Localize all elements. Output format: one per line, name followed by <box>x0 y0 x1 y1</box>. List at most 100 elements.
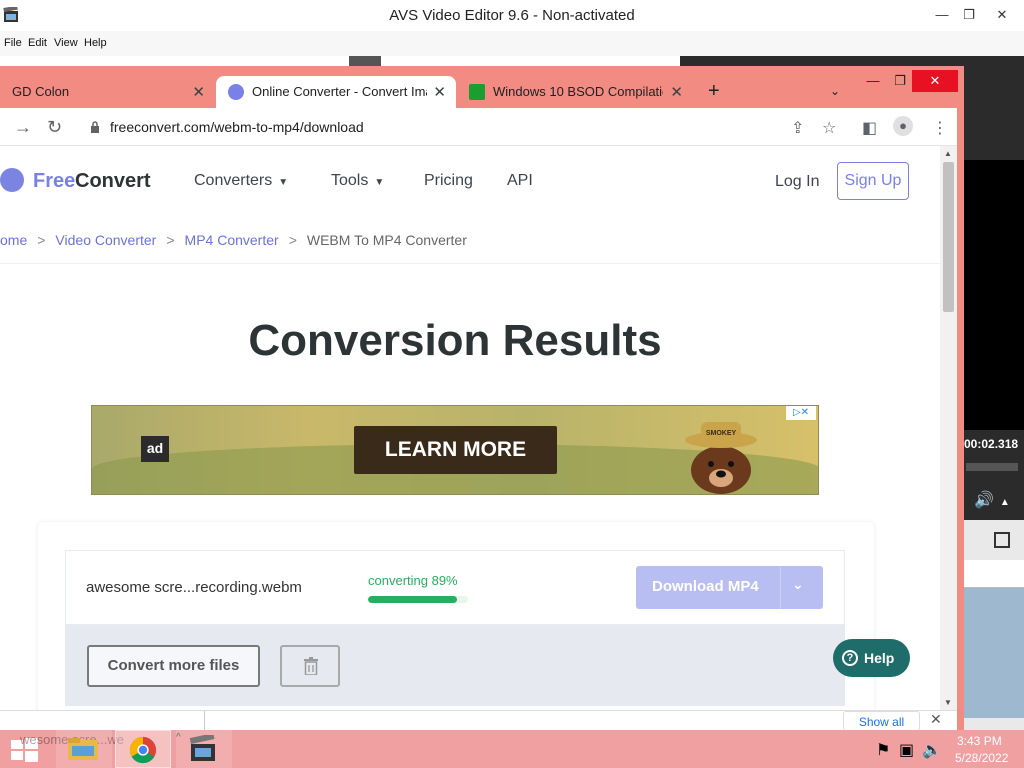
logo-text-convert[interactable]: Convert <box>75 170 151 193</box>
freeconvert-favicon-icon <box>228 84 244 100</box>
avs-seek-bar[interactable] <box>966 463 1018 471</box>
freeconvert-logo-icon[interactable] <box>0 168 24 192</box>
nav-converters[interactable]: Converters ▼ <box>194 172 288 190</box>
nav-api[interactable]: API <box>507 172 533 190</box>
chrome-maximize-button[interactable]: ❐ <box>885 70 915 92</box>
forward-arrow-icon[interactable]: → <box>14 117 32 138</box>
chrome-window: GD Colon ✕ Online Converter - Convert Im… <box>0 66 964 731</box>
chrome-close-button[interactable]: ✕ <box>912 70 958 92</box>
avs-time-readout: 00:02.318 <box>964 437 1019 451</box>
convert-more-files-button[interactable]: Convert more files <box>87 645 260 687</box>
volume-muted-icon[interactable]: 🔈 <box>922 740 942 759</box>
site-header: Free Convert Converters ▼ Tools ▼ Pricing … <box>0 146 940 216</box>
avs-maximize-button[interactable]: ❐ <box>957 4 981 26</box>
scroll-thumb[interactable] <box>943 162 954 312</box>
smokey-hat-text: SMOKEY <box>706 430 737 437</box>
breadcrumb-video-converter[interactable]: Video Converter <box>55 232 156 248</box>
taskbar: wesome scre...we ^ ⚑ ▣ 🔈 3:43 PM 5/28/20… <box>0 730 1024 768</box>
new-tab-plus-icon[interactable]: + <box>708 80 720 103</box>
folder-icon <box>68 738 98 760</box>
avs-menu-help[interactable]: Help <box>84 37 107 49</box>
button-divider <box>780 566 781 609</box>
close-icon[interactable]: ✕ <box>192 83 205 101</box>
breadcrumb-home[interactable]: ome <box>0 232 27 248</box>
close-icon[interactable]: ✕ <box>670 83 683 101</box>
action-center-flag-icon[interactable]: ⚑ <box>876 740 892 759</box>
browser-toolbar: → ↻ freeconvert.com/webm-to-mp4/download… <box>0 108 957 146</box>
share-icon[interactable]: ⇪ <box>791 118 804 138</box>
logo-text-free[interactable]: Free <box>33 170 75 193</box>
login-link[interactable]: Log In <box>775 173 819 191</box>
close-icon[interactable]: ✕ <box>433 83 446 101</box>
chevron-right-icon: > <box>166 232 175 248</box>
speaker-icon: 🔊 <box>974 492 994 509</box>
tab-search-chevron-icon[interactable]: ⌄ <box>830 84 840 98</box>
download-mp4-button[interactable]: Download MP4 ⌄ <box>636 566 823 609</box>
page-scrollbar[interactable]: ▲ ▼ <box>940 146 957 710</box>
conversion-status: converting 89% <box>368 573 458 588</box>
taskbar-chrome[interactable] <box>115 730 171 768</box>
network-icon[interactable]: ▣ <box>899 740 915 759</box>
scroll-down-icon[interactable]: ▼ <box>944 698 952 707</box>
nav-converters-label: Converters <box>194 172 273 189</box>
avs-toolbar-tab <box>349 56 381 66</box>
taskbar-file-explorer[interactable] <box>56 730 112 768</box>
taskbar-avs-video-editor[interactable] <box>176 730 232 768</box>
question-icon: ? <box>842 650 858 666</box>
file-row: awesome scre...recording.webm converting… <box>65 550 845 625</box>
video-play-favicon-icon <box>469 84 485 100</box>
reload-icon[interactable]: ↻ <box>47 117 62 138</box>
avs-menubar: File Edit View Help f t ▶ <box>0 31 1024 85</box>
avs-titlebar: AVS Video Editor 9.6 - Non-activated — ❐… <box>0 0 1024 31</box>
chrome-minimize-button[interactable]: — <box>858 70 888 92</box>
nav-tools-label: Tools <box>331 172 369 189</box>
tab-online-converter[interactable]: Online Converter - Convert Imag ✕ <box>216 76 456 108</box>
chrome-icon <box>129 736 157 764</box>
tab-gd-colon[interactable]: GD Colon ✕ <box>0 76 215 108</box>
avs-preview-area <box>964 160 1024 430</box>
avs-close-button[interactable]: ✕ <box>990 4 1014 26</box>
show-all-button[interactable]: Show all <box>843 711 920 731</box>
close-icon[interactable]: ✕ <box>930 711 942 728</box>
actions-row: Convert more files <box>65 625 845 706</box>
chevron-right-icon: > <box>37 232 46 248</box>
nav-pricing[interactable]: Pricing <box>424 172 473 190</box>
avs-menu-edit[interactable]: Edit <box>28 37 47 49</box>
profile-avatar-icon[interactable]: ● <box>893 116 913 136</box>
ad-banner[interactable]: ad LEARN MORE SMOKEY ▷✕ <box>91 405 819 495</box>
ad-learn-more-button[interactable]: LEARN MORE <box>354 426 557 474</box>
help-button[interactable]: ? Help <box>833 639 910 677</box>
chevron-down-icon[interactable]: ⌄ <box>792 576 804 593</box>
lock-icon[interactable] <box>90 121 100 133</box>
breadcrumb: ome > Video Converter > MP4 Converter > WEBM T… <box>0 232 467 248</box>
help-label: Help <box>864 650 895 666</box>
tab-windows-bsod[interactable]: Windows 10 BSOD Compilation ✕ <box>457 76 693 108</box>
chevron-right-icon: > <box>288 232 297 248</box>
avs-menu-file[interactable]: File <box>4 37 22 49</box>
nav-tools[interactable]: Tools ▼ <box>331 172 384 190</box>
ad-choices-icon[interactable]: ▷✕ <box>786 406 816 420</box>
download-label: Download MP4 <box>652 578 759 595</box>
avs-window-title: AVS Video Editor 9.6 - Non-activated <box>389 7 635 24</box>
avs-toolbar-strip <box>680 56 1024 66</box>
scroll-up-icon[interactable]: ▲ <box>944 149 952 158</box>
avs-minimize-button[interactable]: — <box>930 4 954 26</box>
clock-time[interactable]: 3:43 PM <box>957 734 1002 748</box>
bookmark-star-icon[interactable]: ☆ <box>822 118 836 138</box>
signup-button[interactable]: Sign Up <box>837 162 909 200</box>
menu-kebab-icon[interactable]: ⋮ <box>932 118 948 138</box>
avs-timeline-ruler <box>964 560 1024 588</box>
address-bar[interactable]: freeconvert.com/webm-to-mp4/download <box>110 119 364 135</box>
breadcrumb-mp4-converter[interactable]: MP4 Converter <box>185 232 279 248</box>
avs-timeline-track[interactable] <box>964 588 1024 718</box>
avs-volume-control[interactable]: 🔊 ▲ <box>974 490 1014 512</box>
file-name: awesome scre...recording.webm <box>86 579 302 596</box>
fit-to-window-icon[interactable] <box>994 532 1010 548</box>
film-clapper-icon <box>189 735 215 761</box>
clock-date[interactable]: 5/28/2022 <box>955 751 1008 765</box>
delete-button[interactable] <box>280 645 340 687</box>
side-panel-icon[interactable]: ◧ <box>862 118 877 138</box>
page-title: Conversion Results <box>248 316 662 365</box>
download-item[interactable] <box>0 711 205 731</box>
avs-menu-view[interactable]: View <box>54 37 78 49</box>
